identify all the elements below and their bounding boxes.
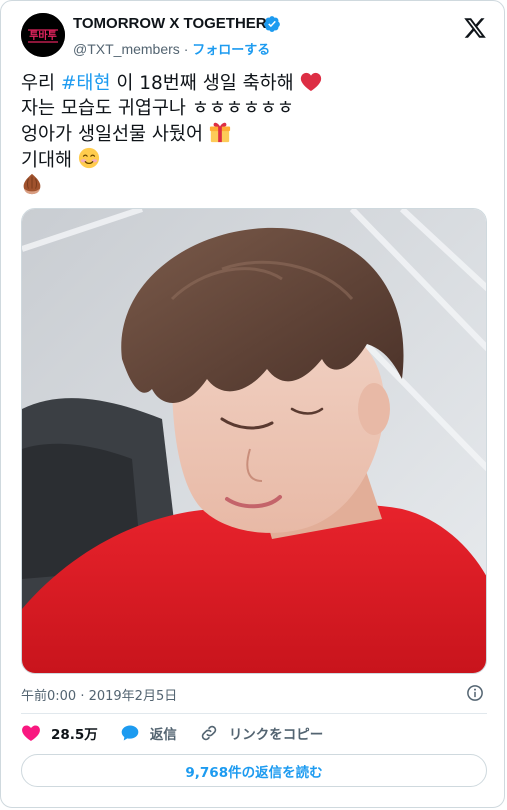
reply-button[interactable]: 返信 [120, 723, 177, 743]
smiling-face-emoji-icon [78, 147, 100, 169]
tweet-line-1-post: 이 18번째 생일 축하해 [110, 73, 294, 94]
verified-badge-icon [264, 16, 280, 32]
tweet-line-3-text: 엉아가 생일선물 사뒀어 [21, 124, 203, 145]
heart-emoji-icon [300, 72, 321, 92]
heart-icon [22, 725, 40, 741]
tweet-card: 투바투 TOMORROW X TOGETHER @TXT_members · フ… [0, 0, 505, 808]
tweet-line-3: 엉아가 생일선물 사뒀어 [21, 121, 491, 147]
tweet-line-1-pre: 우리 [21, 73, 61, 94]
reply-bubble-icon [121, 725, 139, 741]
gift-emoji-icon [209, 122, 230, 143]
read-replies-label: 9,768件の返信を読む [185, 764, 323, 781]
avatar-logo-text: 투바투 [29, 29, 57, 42]
handle[interactable]: @TXT_members [73, 41, 180, 57]
x-logo-icon[interactable] [463, 16, 487, 40]
chestnut-emoji-icon [23, 173, 41, 195]
like-count: 28.5万 [51, 727, 98, 743]
avatar[interactable]: 투바투 [21, 13, 65, 57]
handle-row: @TXT_members · フォローする [73, 39, 270, 58]
display-name[interactable]: TOMORROW X TOGETHER [73, 15, 267, 32]
tweet-line-4: 기대해 [21, 147, 491, 173]
tweet-text: 우리 #태현 이 18번째 생일 축하해 자는 모습도 귀엽구나 ㅎㅎㅎㅎㅎㅎ … [21, 71, 491, 199]
action-bar: 28.5万 返信 リンクをコピー [21, 721, 345, 745]
tweet-timestamp[interactable]: 午前0:00 · 2019年2月5日 [21, 685, 177, 704]
copy-link-label: リンクをコピー [228, 727, 324, 743]
tweet-line-5 [21, 173, 491, 199]
divider [21, 713, 487, 714]
follow-button[interactable]: フォローする [192, 43, 270, 58]
photo-sleeping-person [22, 209, 486, 673]
avatar-image: 투바투 [21, 13, 65, 57]
tweet-line-1: 우리 #태현 이 18번째 생일 축하해 [21, 71, 491, 96]
tweet-line-4-text: 기대해 [21, 150, 73, 171]
tweet-photo[interactable] [21, 208, 487, 674]
link-icon [201, 725, 217, 741]
like-button[interactable]: 28.5万 [21, 723, 98, 743]
tweet-line-2: 자는 모습도 귀엽구나 ㅎㅎㅎㅎㅎㅎ [21, 98, 294, 119]
info-icon[interactable] [466, 684, 484, 702]
handle-separator: · [183, 41, 189, 57]
copy-link-button[interactable]: リンクをコピー [199, 723, 324, 743]
read-replies-button[interactable]: 9,768件の返信を読む [21, 754, 487, 787]
reply-label: 返信 [149, 727, 177, 743]
hashtag-link[interactable]: #태현 [61, 73, 111, 94]
